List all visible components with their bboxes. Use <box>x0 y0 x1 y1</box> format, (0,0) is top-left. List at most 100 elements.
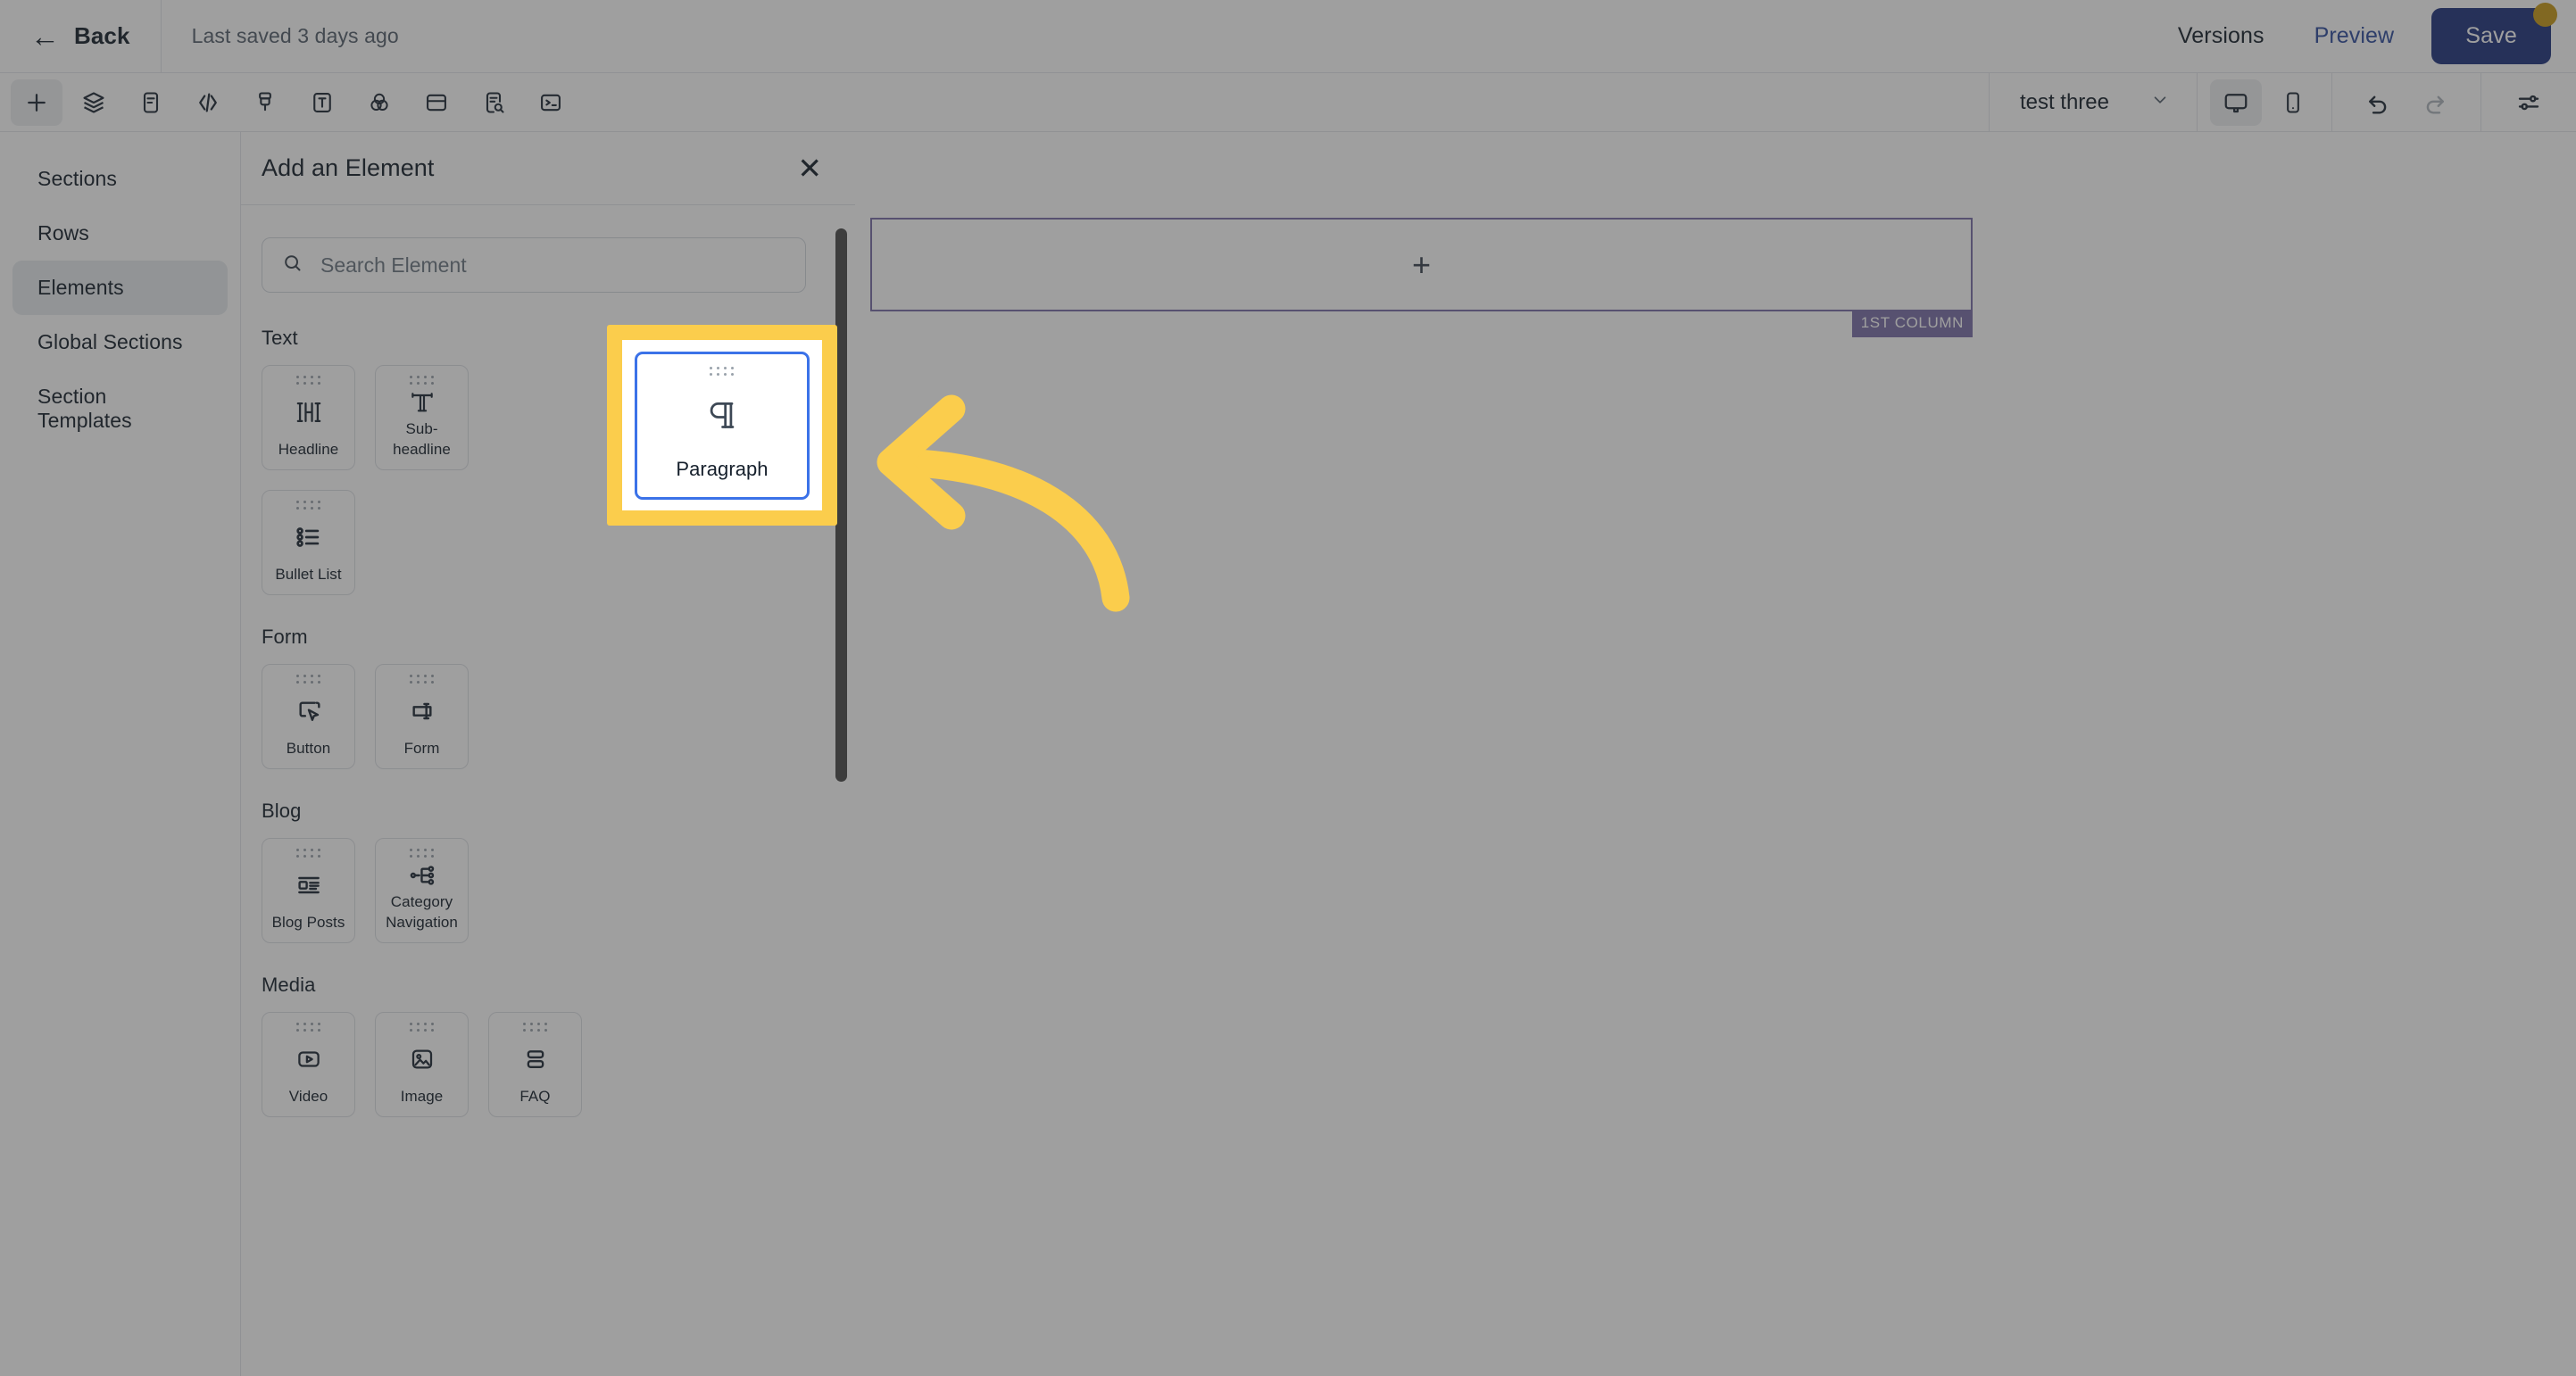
viewport-toggle-group <box>2198 73 2331 132</box>
undo-icon[interactable] <box>2352 79 2404 126</box>
element-card-image[interactable]: Image <box>375 1012 469 1117</box>
toolbar-left-group <box>0 73 579 132</box>
drag-grip-icon[interactable] <box>409 849 435 858</box>
element-card-sub-headline[interactable]: Sub-headline <box>375 365 469 470</box>
element-card-category-navigation[interactable]: Category Navigation <box>375 838 469 943</box>
card-layout-icon[interactable] <box>411 79 462 126</box>
mobile-icon[interactable] <box>2267 79 2319 126</box>
subheadline-t-icon <box>376 385 468 419</box>
close-icon[interactable]: ✕ <box>797 153 822 183</box>
drag-grip-icon[interactable] <box>409 376 435 385</box>
element-card-blog-posts[interactable]: Blog Posts <box>262 838 355 943</box>
element-card-row: Bullet List <box>262 490 828 595</box>
drag-grip-icon[interactable] <box>295 675 321 684</box>
drag-grip-icon[interactable] <box>409 1023 435 1032</box>
element-card-bullet-list[interactable]: Bullet List <box>262 490 355 595</box>
layers-icon[interactable] <box>68 79 120 126</box>
header-actions: Versions Preview Save <box>2153 0 2576 73</box>
add-icon[interactable] <box>11 79 62 126</box>
library-panel-body: Text Headline <box>241 205 855 1376</box>
category-tree-icon <box>376 858 468 892</box>
element-card-label: Category Navigation <box>386 893 458 932</box>
plus-icon[interactable]: + <box>1412 248 1431 281</box>
chevron-down-icon <box>2150 90 2170 114</box>
versions-button[interactable]: Versions <box>2153 23 2289 49</box>
group-label-media: Media <box>262 974 316 996</box>
sidebar-item-section-templates[interactable]: Section Templates <box>12 369 228 448</box>
search-element-field[interactable] <box>262 237 806 293</box>
element-card-headline[interactable]: Headline <box>262 365 355 470</box>
search-icon <box>282 253 303 278</box>
save-button[interactable]: Save <box>2431 3 2557 64</box>
element-card-label: Video <box>288 1088 328 1106</box>
blog-posts-icon <box>262 858 354 913</box>
sliders-settings-icon[interactable] <box>2503 79 2555 126</box>
faq-rows-icon <box>489 1032 581 1087</box>
element-card-label: Bullet List <box>275 566 342 584</box>
element-group-blog: Blog Blog Posts Category Navigation <box>262 800 828 943</box>
button-cursor-icon <box>262 684 354 739</box>
library-panel-header: Add an Element ✕ <box>241 132 855 205</box>
back-button-label: Back <box>74 22 130 49</box>
element-card-form[interactable]: Form <box>375 664 469 769</box>
back-button[interactable]: ← Back <box>0 0 161 73</box>
color-palette-icon[interactable] <box>353 79 405 126</box>
sidebar-item-sections[interactable]: Sections <box>12 152 228 206</box>
element-group-form: Form Button Form <box>262 626 828 769</box>
app-header: ← Back Last saved 3 days ago Versions Pr… <box>0 0 2576 73</box>
drag-grip-icon[interactable] <box>522 1023 548 1032</box>
element-card-label: Sub-headline <box>393 420 451 459</box>
canvas-column-region[interactable]: + 1ST COLUMN <box>870 218 1973 337</box>
last-saved-status: Last saved 3 days ago <box>191 24 399 47</box>
redo-icon[interactable] <box>2409 79 2461 126</box>
image-icon <box>376 1032 468 1087</box>
desktop-icon[interactable] <box>2210 79 2262 126</box>
page-selector-value: test three <box>2019 89 2109 114</box>
library-sidebar: Sections Rows Elements Global Sections S… <box>0 132 241 1376</box>
element-card-video[interactable]: Video <box>262 1012 355 1117</box>
group-label-text: Text <box>262 327 298 349</box>
typography-icon[interactable] <box>296 79 348 126</box>
video-play-icon <box>262 1032 354 1087</box>
sidebar-item-elements[interactable]: Elements <box>12 261 228 315</box>
bullet-list-icon <box>262 510 354 565</box>
screen-root: ← Back Last saved 3 days ago Versions Pr… <box>0 0 2576 1376</box>
group-label-form: Form <box>262 626 308 648</box>
element-card-label: FAQ <box>519 1088 551 1106</box>
element-card-row: Headline Sub-headline <box>262 365 828 470</box>
seo-inspect-icon[interactable] <box>468 79 519 126</box>
element-library: Sections Rows Elements Global Sections S… <box>0 132 855 1376</box>
element-card-faq[interactable]: FAQ <box>488 1012 582 1117</box>
search-input[interactable] <box>320 253 785 278</box>
page-title: Add an Element <box>262 154 435 181</box>
editor-toolbar: test three <box>0 72 2576 132</box>
toolbar-separator-4 <box>2480 72 2481 132</box>
page-content-icon[interactable] <box>125 79 177 126</box>
arrow-left-icon: ← <box>30 20 60 53</box>
element-card-label: Form <box>403 740 440 758</box>
drag-grip-icon[interactable] <box>295 1023 321 1032</box>
code-icon[interactable] <box>182 79 234 126</box>
drag-grip-icon[interactable] <box>295 849 321 858</box>
element-group-text: Text Headline Sub-headline Bullet List <box>262 327 828 595</box>
app-root: ← Back Last saved 3 days ago Versions Pr… <box>0 0 2576 1376</box>
brush-icon[interactable] <box>239 79 291 126</box>
drag-grip-icon[interactable] <box>295 501 321 510</box>
element-card-label: Image <box>400 1088 444 1106</box>
drag-grip-icon[interactable] <box>409 675 435 684</box>
terminal-icon[interactable] <box>525 79 577 126</box>
form-field-icon <box>376 684 468 739</box>
sidebar-item-global-sections[interactable]: Global Sections <box>12 315 228 369</box>
element-card-row: Blog Posts Category Navigation <box>262 838 828 943</box>
panel-scrollbar[interactable] <box>835 228 847 782</box>
group-label-blog: Blog <box>262 800 302 822</box>
element-card-label: Button <box>286 740 331 758</box>
drag-grip-icon[interactable] <box>295 376 321 385</box>
headline-h-icon <box>262 385 354 440</box>
element-card-button[interactable]: Button <box>262 664 355 769</box>
page-selector[interactable]: test three <box>1990 73 2197 132</box>
unsaved-changes-dot <box>2533 3 2557 27</box>
panel-scrollbar-track[interactable] <box>835 228 847 1367</box>
preview-button[interactable]: Preview <box>2289 23 2420 49</box>
sidebar-item-rows[interactable]: Rows <box>12 206 228 261</box>
